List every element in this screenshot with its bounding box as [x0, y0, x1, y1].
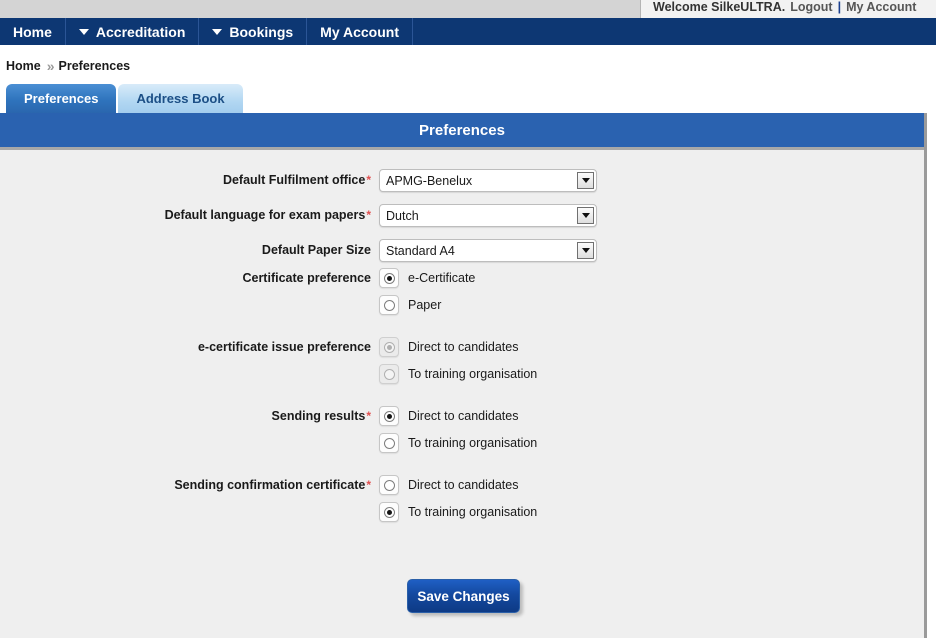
form-row-certificate-preference: Certificate preference e-Certificate Pap…	[0, 268, 924, 315]
required-marker: *	[366, 173, 371, 188]
radio-label: Direct to candidates	[408, 340, 519, 354]
page-title: Preferences	[419, 121, 505, 139]
select-fulfilment-office[interactable]: APMG-Benelux	[379, 169, 597, 192]
label-sending-confirmation-certificate: Sending confirmation certificate*	[0, 475, 371, 492]
chevron-down-icon[interactable]	[577, 207, 594, 224]
radio-group-certificate-preference: e-Certificate Paper	[379, 268, 475, 315]
tab-address-book[interactable]: Address Book	[118, 84, 243, 113]
chevron-down-icon	[78, 28, 89, 35]
content-panel: Preferences Default Fulfilment office* A…	[0, 113, 927, 638]
save-changes-button[interactable]: Save Changes	[407, 579, 520, 613]
label-text: e-certificate issue preference	[197, 340, 371, 354]
breadcrumb-home-link[interactable]: Home	[6, 59, 41, 73]
radio-button-icon	[379, 502, 399, 522]
nav-item-label: Bookings	[229, 23, 294, 40]
label-text: Sending confirmation certificate	[174, 478, 366, 492]
label-sending-results: Sending results*	[0, 406, 371, 423]
nav-item-label: Accreditation	[95, 23, 186, 40]
nav-item-bookings[interactable]: Bookings	[199, 18, 308, 45]
form-spacer	[0, 453, 924, 475]
radio-ecertificate-issue-to-training-organisation: To training organisation	[379, 364, 537, 384]
form-row-sending-results: Sending results* Direct to candidates To…	[0, 406, 924, 453]
my-account-link[interactable]: My Account	[846, 0, 916, 14]
nav-filler	[413, 18, 936, 45]
radio-label: To training organisation	[408, 436, 538, 450]
label-paper-size: Default Paper Size	[0, 244, 371, 257]
select-exam-language[interactable]: Dutch	[379, 204, 597, 227]
nav-item-label: Home	[13, 23, 52, 40]
required-marker: *	[366, 208, 371, 223]
label-fulfilment-office: Default Fulfilment office*	[0, 174, 371, 187]
breadcrumb-current: Preferences	[58, 59, 131, 73]
radio-label: Direct to candidates	[408, 478, 519, 492]
nav-item-my-account[interactable]: My Account	[307, 18, 413, 45]
label-certificate-preference: Certificate preference	[0, 268, 371, 285]
radio-group-sending-confirmation-certificate: Direct to candidates To training organis…	[379, 475, 537, 522]
radio-button-icon	[379, 406, 399, 426]
topbar-separator: |	[837, 0, 842, 14]
radio-sending-results-direct-to-candidates[interactable]: Direct to candidates	[379, 406, 537, 426]
select-value: Standard A4	[386, 243, 455, 258]
label-text: Certificate preference	[242, 271, 371, 285]
radio-group-ecertificate-issue-preference: Direct to candidates To training organis…	[379, 337, 537, 384]
nav-item-label: My Account	[320, 23, 399, 40]
label-text: Default Fulfilment office	[222, 173, 366, 188]
panel-header: Preferences	[0, 113, 924, 150]
nav-item-home[interactable]: Home	[0, 18, 66, 45]
select-paper-size[interactable]: Standard A4	[379, 239, 597, 262]
preferences-form: Default Fulfilment office* APMG-Benelux …	[0, 150, 924, 522]
form-spacer	[0, 315, 924, 337]
radio-ecertificate-issue-direct-to-candidates: Direct to candidates	[379, 337, 537, 357]
required-marker: *	[366, 478, 371, 492]
label-exam-language: Default language for exam papers*	[0, 209, 371, 222]
label-text: Default language for exam papers	[164, 208, 366, 223]
select-value: Dutch	[386, 208, 419, 223]
welcome-text: Welcome SilkeULTRA.	[653, 0, 786, 14]
radio-label: e-Certificate	[408, 271, 476, 285]
radio-button-icon	[379, 364, 399, 384]
form-row-exam-language: Default language for exam papers* Dutch	[0, 198, 924, 233]
radio-label: Direct to candidates	[408, 409, 519, 423]
form-row-fulfilment-office: Default Fulfilment office* APMG-Benelux	[0, 163, 924, 198]
radio-label: Paper	[408, 298, 442, 312]
select-value: APMG-Benelux	[386, 173, 473, 188]
form-row-sending-confirmation-certificate: Sending confirmation certificate* Direct…	[0, 475, 924, 522]
label-text: Sending results	[271, 409, 366, 423]
chevron-down-icon[interactable]	[577, 172, 594, 189]
chevron-down-icon	[212, 28, 223, 35]
label-ecertificate-issue-preference: e-certificate issue preference	[0, 337, 371, 354]
radio-sending-confirmation-direct-to-candidates[interactable]: Direct to candidates	[379, 475, 537, 495]
logout-link[interactable]: Logout	[790, 0, 832, 14]
nav-item-accreditation[interactable]: Accreditation	[66, 18, 200, 45]
tab-bar: Preferences Address Book	[6, 84, 243, 113]
radio-label: To training organisation	[408, 505, 538, 519]
breadcrumb-separator-icon: »	[46, 58, 55, 74]
main-navigation: Home Accreditation Bookings My Account	[0, 18, 936, 45]
form-spacer	[0, 384, 924, 406]
radio-certificate-preference-paper[interactable]: Paper	[379, 295, 475, 315]
radio-label: To training organisation	[408, 367, 538, 381]
radio-button-icon	[379, 433, 399, 453]
form-row-paper-size: Default Paper Size Standard A4	[0, 233, 924, 268]
required-marker: *	[366, 409, 371, 423]
radio-sending-confirmation-to-training-organisation[interactable]: To training organisation	[379, 502, 537, 522]
save-button-wrapper: Save Changes	[0, 579, 927, 613]
breadcrumb: Home » Preferences	[6, 58, 130, 74]
chevron-down-icon[interactable]	[577, 242, 594, 259]
tab-preferences[interactable]: Preferences	[6, 84, 117, 113]
welcome-box: Welcome SilkeULTRA. Logout | My Account	[640, 0, 936, 18]
radio-group-sending-results: Direct to candidates To training organis…	[379, 406, 537, 453]
radio-sending-results-to-training-organisation[interactable]: To training organisation	[379, 433, 537, 453]
radio-certificate-preference-e-certificate[interactable]: e-Certificate	[379, 268, 475, 288]
top-strip: Welcome SilkeULTRA. Logout | My Account	[0, 0, 936, 18]
tab-label: Preferences	[24, 91, 99, 106]
label-text: Default Paper Size	[261, 243, 371, 258]
tab-label: Address Book	[136, 91, 225, 106]
radio-button-icon	[379, 295, 399, 315]
form-row-ecertificate-issue-preference: e-certificate issue preference Direct to…	[0, 337, 924, 384]
radio-button-icon	[379, 475, 399, 495]
radio-button-icon	[379, 337, 399, 357]
radio-button-icon	[379, 268, 399, 288]
